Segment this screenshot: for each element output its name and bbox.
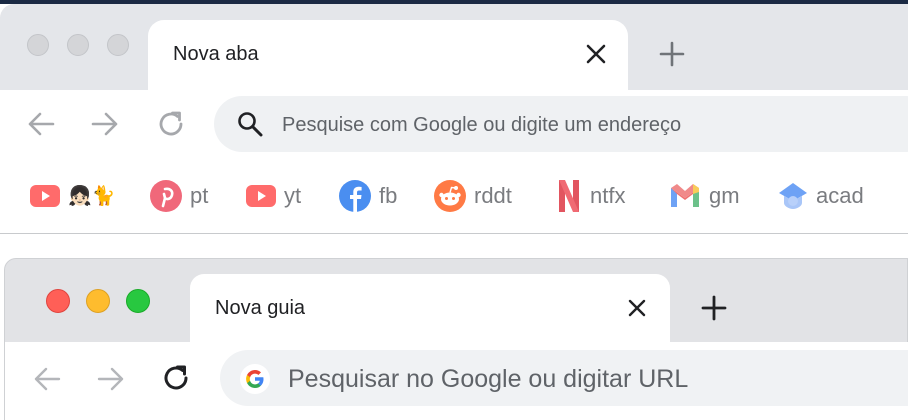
window1-address-placeholder: Pesquise com Google ou digite um endereç… (282, 114, 682, 136)
window1-zoom-light[interactable] (107, 34, 129, 56)
window1-tab-close-icon[interactable] (584, 42, 608, 66)
youtube-icon (30, 185, 60, 207)
window1-back-arrow-icon[interactable] (26, 109, 56, 139)
window2-zoom-light[interactable] (126, 289, 150, 313)
pinterest-icon (150, 180, 182, 212)
netflix-icon (559, 180, 579, 212)
window1-close-light[interactable] (27, 34, 49, 56)
bookmark-label: pt (190, 183, 209, 208)
facebook-icon (339, 180, 371, 212)
window2-address-placeholder: Pesquisar no Google ou digitar URL (288, 365, 689, 393)
google-g-icon (240, 364, 270, 394)
bookmark-label: yt (284, 183, 302, 208)
bookmark-item[interactable]: gm (669, 178, 740, 214)
search-icon (236, 110, 264, 138)
window1-minimize-light[interactable] (67, 34, 89, 56)
bookmark-item[interactable]: acad (778, 178, 864, 214)
bookmark-item[interactable]: yt (246, 178, 301, 214)
bookmark-label: fb (379, 183, 398, 208)
window2-reload-icon[interactable] (160, 362, 192, 394)
window2-tab-close-icon[interactable] (625, 296, 649, 320)
window1-tab-title: Nova aba (173, 43, 259, 65)
bookmark-label: acad (816, 183, 864, 208)
bookmark-item[interactable]: fb (339, 178, 397, 214)
youtube-icon (246, 185, 276, 207)
window1-new-tab-plus-icon[interactable] (658, 40, 686, 68)
bookmark-item[interactable]: pt (150, 178, 208, 214)
bookmark-item[interactable]: rddt (434, 178, 512, 214)
bookmark-item[interactable]: ntfx (556, 178, 625, 214)
window2-new-tab-plus-icon[interactable] (700, 294, 728, 322)
window1-reload-icon[interactable] (155, 108, 187, 140)
gmail-icon (671, 184, 699, 207)
google-classroom-icon (779, 183, 807, 209)
bookmark-item[interactable]: 👧🏻🐈 (30, 178, 115, 214)
window2-forward-arrow-icon[interactable] (96, 364, 126, 394)
window2-close-light[interactable] (46, 289, 70, 313)
window1-forward-arrow-icon[interactable] (90, 109, 120, 139)
bookmark-label: ntfx (590, 183, 626, 208)
window2-tab-title: Nova guia (215, 297, 306, 319)
window2-back-arrow-icon[interactable] (32, 364, 62, 394)
bookmark-label: 👧🏻🐈 (68, 186, 116, 207)
reddit-icon (434, 180, 466, 212)
bookmark-label: gm (709, 183, 740, 208)
desktop-gap (0, 234, 908, 258)
window2-minimize-light[interactable] (86, 289, 110, 313)
bookmark-label: rddt (474, 183, 512, 208)
